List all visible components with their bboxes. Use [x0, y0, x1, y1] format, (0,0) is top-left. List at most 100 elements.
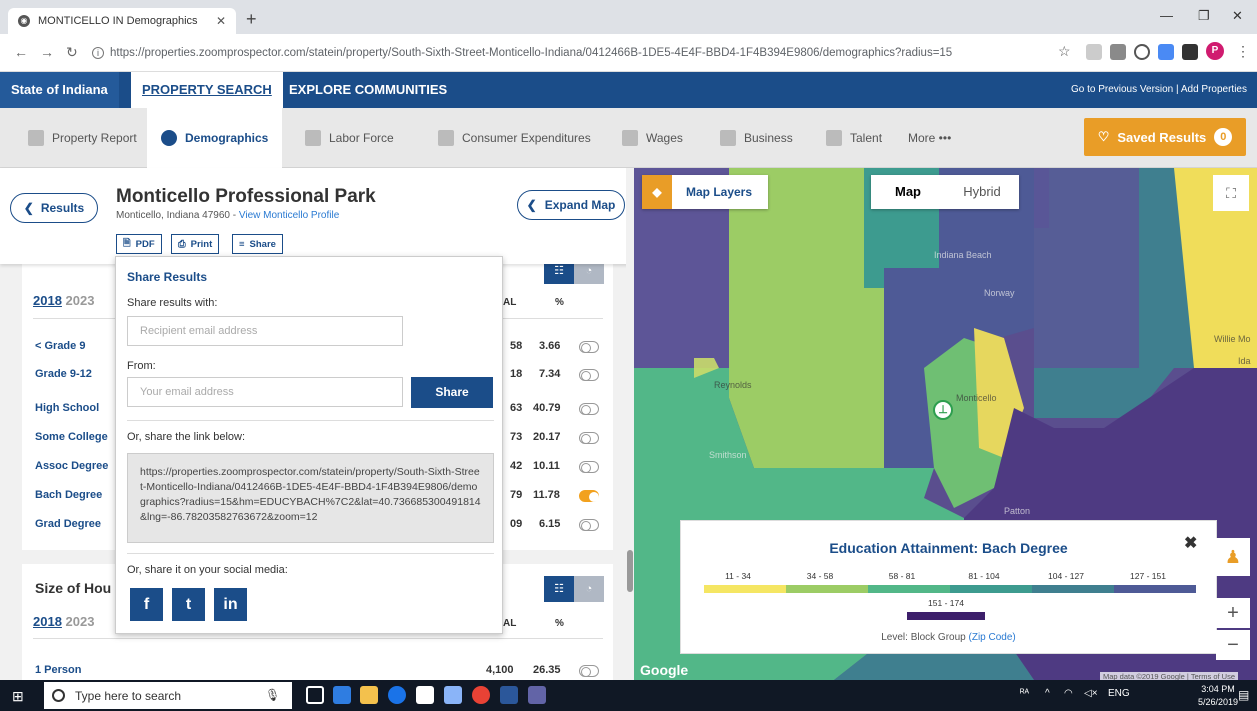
forward-icon[interactable]: → — [40, 44, 54, 60]
teams-app-icon[interactable] — [333, 686, 351, 704]
year-2018[interactable]: 2018 — [33, 614, 62, 629]
edge-icon[interactable] — [388, 686, 406, 704]
tab-wages[interactable]: Wages — [608, 108, 697, 168]
app-icon[interactable] — [444, 686, 462, 704]
heatmap-toggle[interactable] — [579, 461, 599, 473]
windows-start-icon[interactable]: ⊞ — [12, 688, 24, 705]
row-label[interactable]: Grade 9-12 — [35, 368, 92, 380]
extension-icon[interactable] — [1158, 44, 1174, 60]
row-label[interactable]: Grad Degree — [35, 518, 101, 530]
heatmap-toggle-active[interactable] — [579, 490, 599, 502]
browser-tab[interactable]: ◉ MONTICELLO IN Demographics ✕ — [8, 8, 236, 34]
zip-code-link[interactable]: (Zip Code) — [969, 632, 1016, 643]
recipient-email-input[interactable]: Recipient email address — [127, 316, 403, 346]
close-tab-icon[interactable]: ✕ — [216, 14, 226, 28]
wifi-icon[interactable]: ◠ — [1064, 688, 1073, 699]
tab-more[interactable]: More ••• — [894, 108, 965, 168]
row-label[interactable]: High School — [35, 402, 99, 414]
nav-property-search[interactable]: PROPERTY SEARCH — [131, 72, 283, 108]
extension-icon[interactable] — [1086, 44, 1102, 60]
tab-labor-force[interactable]: Labor Force — [291, 108, 408, 168]
chevron-up-icon[interactable]: ^ — [1045, 688, 1050, 699]
linkedin-icon[interactable]: in — [214, 588, 247, 621]
map-type-hybrid[interactable]: Hybrid — [945, 175, 1019, 209]
profile-avatar[interactable]: P — [1206, 42, 1224, 60]
scrollbar-thumb[interactable] — [627, 550, 633, 592]
word-icon[interactable] — [500, 686, 518, 704]
pdf-button[interactable]: 🗎 PDF — [116, 234, 162, 254]
expand-map-button[interactable]: ❮ Expand Map — [517, 190, 625, 220]
street-view-pegman-icon[interactable]: ♟ — [1216, 538, 1250, 576]
minimize-icon[interactable]: — — [1160, 8, 1173, 23]
chart-view-icon[interactable]: ◔ — [574, 576, 604, 602]
file-explorer-icon[interactable] — [360, 686, 378, 704]
heatmap-toggle[interactable] — [579, 665, 599, 677]
new-tab-icon[interactable]: + — [246, 9, 257, 30]
heatmap-toggle[interactable] — [579, 369, 599, 381]
reload-icon[interactable]: ↻ — [66, 44, 78, 61]
household-title: Size of Hou — [35, 580, 112, 596]
nav-state-of-indiana[interactable]: State of Indiana — [0, 72, 119, 108]
zoom-in-button[interactable]: + — [1216, 598, 1250, 628]
row-label[interactable]: Assoc Degree — [35, 460, 108, 472]
top-links[interactable]: Go to Previous Version | Add Properties — [1071, 72, 1247, 108]
extension-icon[interactable] — [1110, 44, 1126, 60]
heatmap-toggle[interactable] — [579, 519, 599, 531]
browser-menu-icon[interactable]: ⋮ — [1236, 43, 1250, 60]
year-2023[interactable]: 2023 — [66, 293, 95, 308]
info-icon[interactable]: i — [92, 47, 104, 59]
nav-explore-communities[interactable]: EXPLORE COMMUNITIES — [278, 72, 458, 108]
map-layers-button[interactable]: ◆ Map Layers — [642, 175, 768, 209]
teams-icon[interactable] — [528, 686, 546, 704]
extension-icon[interactable] — [1182, 44, 1198, 60]
bookmark-star-icon[interactable]: ☆ — [1058, 43, 1071, 60]
share-link-box[interactable]: https://properties.zoomprospector.com/st… — [127, 453, 494, 543]
task-view-icon[interactable] — [306, 686, 324, 704]
scrollbar[interactable] — [626, 168, 634, 680]
year-2018[interactable]: 2018 — [33, 293, 62, 308]
row-label[interactable]: 1 Person — [35, 664, 81, 676]
tab-talent[interactable]: Talent — [812, 108, 896, 168]
tab-property-report[interactable]: Property Report — [14, 108, 151, 168]
tab-demographics[interactable]: Demographics — [147, 108, 283, 168]
table-view-icon[interactable]: ☷ — [544, 576, 574, 602]
saved-results-button[interactable]: ♡ Saved Results 0 — [1084, 118, 1246, 156]
row-label[interactable]: Bach Degree — [35, 489, 102, 501]
heatmap-toggle[interactable] — [579, 341, 599, 353]
clock[interactable]: 3:04 PM 5/26/2019 — [1198, 683, 1238, 709]
profile-link[interactable]: View Monticello Profile — [239, 210, 339, 221]
notifications-icon[interactable]: ▤ — [1238, 688, 1249, 702]
heatmap-toggle[interactable] — [579, 403, 599, 415]
people-icon[interactable]: ᴿᴬ — [1020, 688, 1029, 699]
share-button[interactable]: ≡ Share — [232, 234, 283, 254]
sender-email-input[interactable]: Your email address — [127, 377, 403, 407]
restore-icon[interactable]: ❐ — [1198, 8, 1210, 24]
map-type-map[interactable]: Map — [871, 175, 945, 209]
twitter-icon[interactable]: t — [172, 588, 205, 621]
extension-icon[interactable] — [1134, 44, 1150, 60]
row-pct: 3.66 — [539, 340, 561, 352]
row-label[interactable]: Some College — [35, 431, 108, 443]
print-button[interactable]: ⎙ Print — [171, 234, 220, 254]
zoom-out-button[interactable]: − — [1216, 630, 1250, 660]
url-field[interactable]: i https://properties.zoomprospector.com/s… — [92, 39, 1052, 67]
tab-consumer-expenditures[interactable]: Consumer Expenditures — [424, 108, 605, 168]
chrome-icon[interactable] — [472, 686, 490, 704]
taskbar-search[interactable]: Type here to search — [44, 682, 292, 709]
back-icon[interactable]: ← — [14, 44, 28, 60]
property-marker-icon[interactable]: ⊥ — [933, 400, 953, 420]
row-label[interactable]: < Grade 9 — [35, 340, 85, 352]
close-legend-icon[interactable]: ✖ — [1184, 533, 1197, 553]
close-window-icon[interactable]: ✕ — [1232, 8, 1243, 24]
fullscreen-icon[interactable]: ⛶ — [1213, 175, 1249, 211]
results-back-button[interactable]: ❮ Results — [10, 193, 98, 223]
facebook-icon[interactable]: f — [130, 588, 163, 621]
tab-business[interactable]: Business — [706, 108, 807, 168]
microphone-icon[interactable]: 🎙 — [265, 688, 280, 702]
year-2023[interactable]: 2023 — [66, 614, 95, 629]
volume-icon[interactable]: ◁× — [1084, 688, 1098, 699]
mail-icon[interactable] — [416, 686, 434, 704]
heatmap-toggle[interactable] — [579, 432, 599, 444]
share-submit-button[interactable]: Share — [411, 377, 493, 408]
language-indicator[interactable]: ENG — [1108, 688, 1130, 699]
